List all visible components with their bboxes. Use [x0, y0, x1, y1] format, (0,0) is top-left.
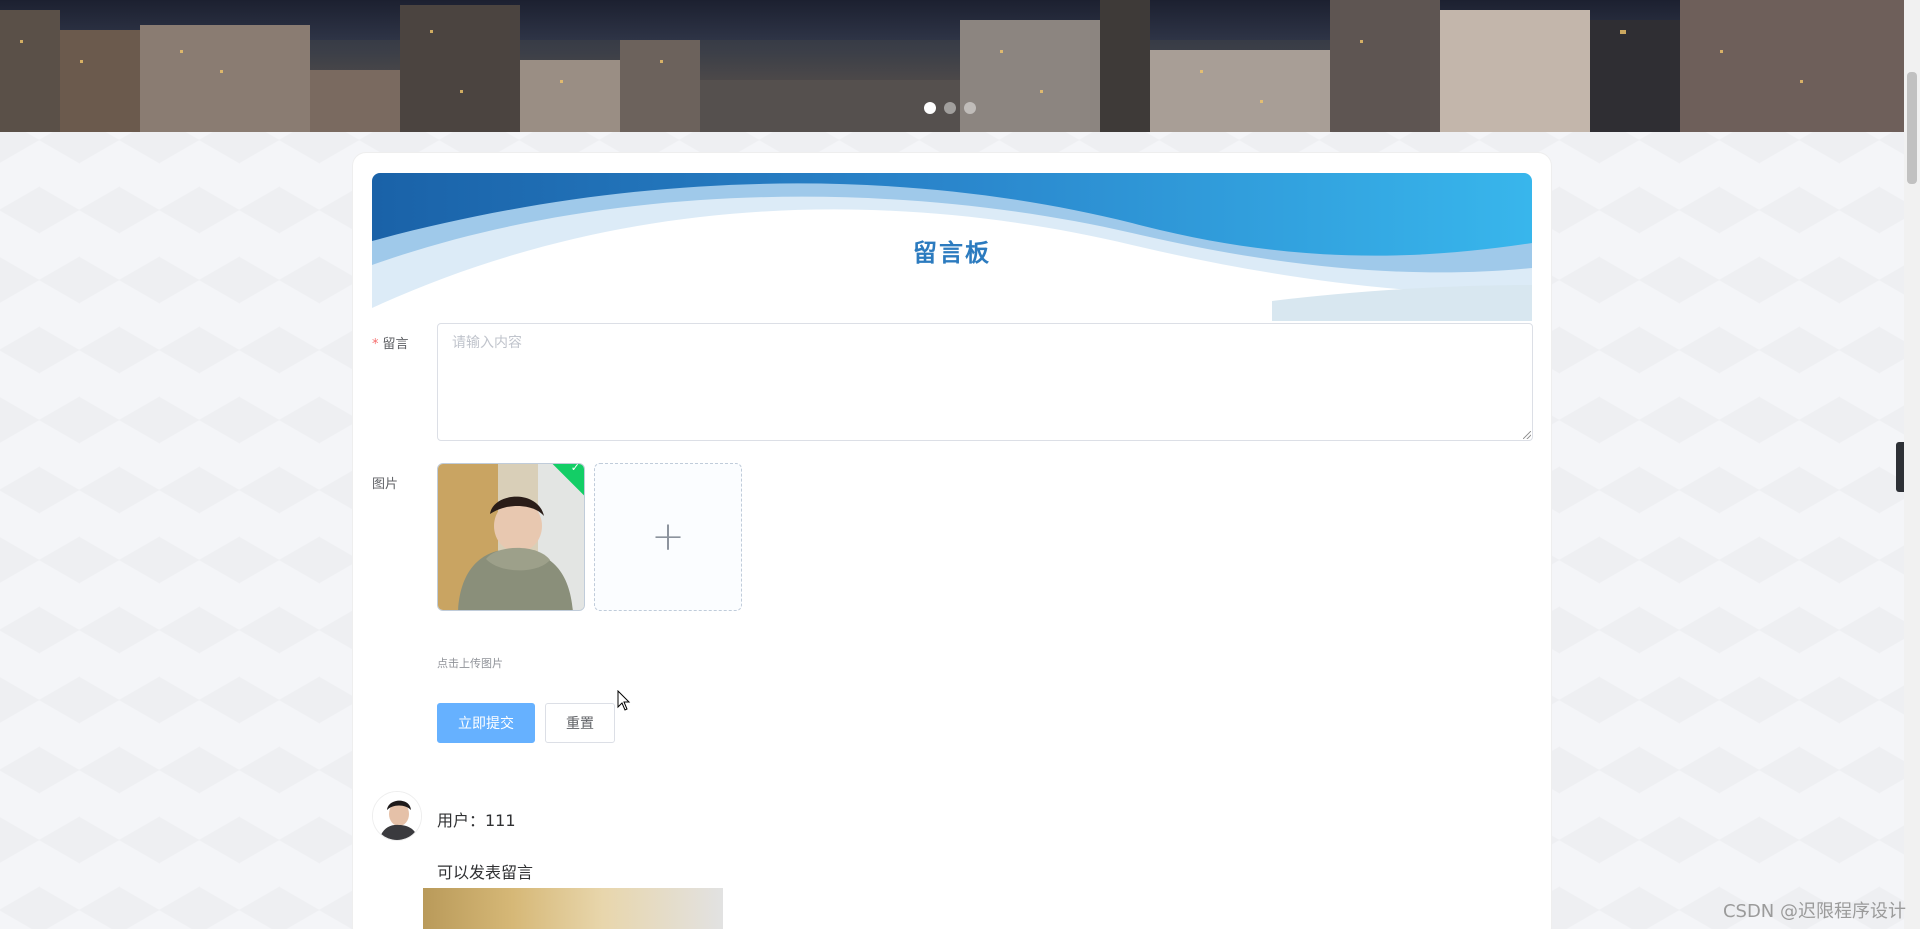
mouse-cursor-icon [617, 690, 631, 711]
uploaded-image-thumbnail[interactable]: ✓ [437, 463, 585, 611]
plus-icon: + [651, 514, 685, 560]
scrollbar-thumb[interactable] [1907, 72, 1917, 184]
message-image[interactable] [423, 888, 723, 929]
textarea-resize-handle[interactable] [1523, 431, 1531, 439]
person-photo [438, 464, 584, 610]
carousel-indicators [924, 102, 976, 114]
message-label-text: 留言 [382, 337, 409, 352]
avatar [372, 791, 422, 841]
image-label: 图片 [372, 477, 399, 492]
carousel-dot-1[interactable] [924, 102, 936, 114]
message-input[interactable] [437, 323, 1533, 441]
upload-tip: 点击上传图片 [437, 657, 503, 670]
submit-button[interactable]: 立即提交 [437, 703, 535, 743]
message-label: * 留言 [372, 333, 409, 352]
page-title: 留言板 [913, 239, 991, 267]
page-scrollbar[interactable] [1904, 0, 1920, 929]
upload-image-button[interactable]: + [594, 463, 742, 611]
message-content: 可以发表留言 [437, 863, 534, 882]
required-asterisk: * [372, 337, 379, 352]
banner-carousel [0, 0, 1904, 132]
message-user: 用户：111 [437, 811, 516, 830]
watermark: CSDN @迟限程序设计 [1722, 901, 1906, 922]
board-header: 留言板 [372, 173, 1532, 321]
reset-button[interactable]: 重置 [545, 703, 615, 743]
checkmark-icon: ✓ [570, 463, 580, 475]
user-avatar-image [373, 792, 421, 840]
carousel-dot-2[interactable] [944, 102, 956, 114]
carousel-dot-3[interactable] [964, 102, 976, 114]
message-board-card: 留言板 *留言 图片 ✓ + 点击上传图片 立即提交 重置 用户 [352, 152, 1552, 929]
